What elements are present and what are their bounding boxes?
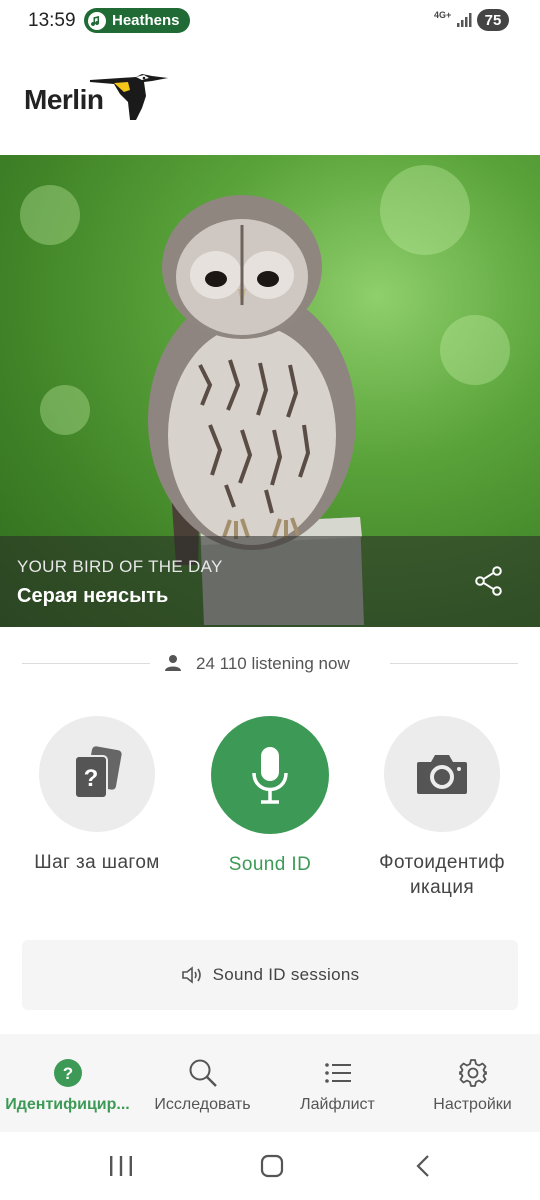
nav-lifelist[interactable]: Лайфлист (270, 1034, 405, 1132)
divider (22, 663, 150, 664)
system-navigation-bar (0, 1132, 540, 1200)
divider (390, 663, 518, 664)
nav-identify-label: Идентифицир... (5, 1096, 130, 1113)
bokeh-spot (40, 385, 90, 435)
step-by-step-label: Шаг за шагом (34, 852, 160, 873)
hero-caption-overlay (0, 536, 540, 627)
listening-count: 24 110 listening now (196, 654, 350, 673)
svg-text:?: ? (62, 1064, 72, 1083)
photo-id-label: Фотоидентиф икация (379, 852, 505, 898)
search-icon (189, 1059, 217, 1087)
app-header: Merlin (0, 44, 540, 156)
network-type: 4G+ (434, 10, 452, 20)
sound-id-sessions-button[interactable]: Sound ID sessions (22, 940, 518, 1010)
bird-of-the-day-label: YOUR BIRD OF THE DAY (17, 557, 223, 576)
signal-icon (457, 13, 472, 27)
bird-name: Серая неясыть (17, 585, 169, 607)
sound-id-button[interactable]: Sound ID (190, 716, 350, 877)
nav-explore[interactable]: Исследовать (135, 1034, 270, 1132)
bokeh-spot (20, 185, 80, 245)
person-icon (165, 655, 181, 671)
sound-id-label: Sound ID (228, 854, 312, 875)
music-note-icon (88, 11, 106, 30)
bottom-navigation: ? Идентифицир... Исследовать Лайфлист На… (0, 1034, 540, 1132)
photo-id-circle[interactable] (384, 716, 500, 832)
listening-now-row: 24 110 listening now (22, 650, 518, 678)
bokeh-spot (380, 165, 470, 255)
bird-of-the-day-card[interactable]: YOUR BIRD OF THE DAY Серая неясыть (0, 155, 540, 627)
sound-id-sessions-label: Sound ID sessions (212, 965, 360, 984)
back-icon[interactable] (414, 1154, 434, 1178)
media-indicator[interactable]: Heathens (84, 8, 190, 33)
question-cards-icon: ? (74, 746, 122, 799)
nav-settings[interactable]: Настройки (405, 1034, 540, 1132)
speaker-icon (181, 966, 201, 984)
photo-id-button[interactable]: Фотоидентиф икация (362, 716, 522, 900)
battery-indicator: 75 (477, 9, 509, 31)
home-icon[interactable] (259, 1154, 285, 1178)
media-title: Heathens (112, 12, 180, 29)
nav-lifelist-label: Лайфлист (300, 1096, 375, 1113)
list-icon (324, 1063, 351, 1083)
step-by-step-button[interactable]: ? Шаг за шагом (17, 716, 177, 875)
svg-text:?: ? (84, 765, 99, 792)
bokeh-spot (440, 315, 510, 385)
camera-icon (417, 755, 467, 794)
share-icon[interactable] (474, 566, 504, 596)
status-bar: 13:59 Heathens 4G+ 75 (0, 0, 540, 44)
sound-id-circle[interactable] (211, 716, 329, 834)
help-circle-icon: ? (53, 1059, 82, 1087)
step-by-step-circle[interactable]: ? (39, 716, 155, 832)
nav-identify[interactable]: ? Идентифицир... (0, 1034, 135, 1132)
merlin-bird-logo-icon (90, 74, 168, 120)
nav-settings-label: Настройки (433, 1096, 512, 1113)
nav-explore-label: Исследовать (154, 1096, 251, 1113)
gear-icon (458, 1059, 487, 1087)
status-time: 13:59 (28, 10, 76, 31)
microphone-icon (252, 747, 288, 804)
recent-apps-icon[interactable] (108, 1154, 134, 1178)
